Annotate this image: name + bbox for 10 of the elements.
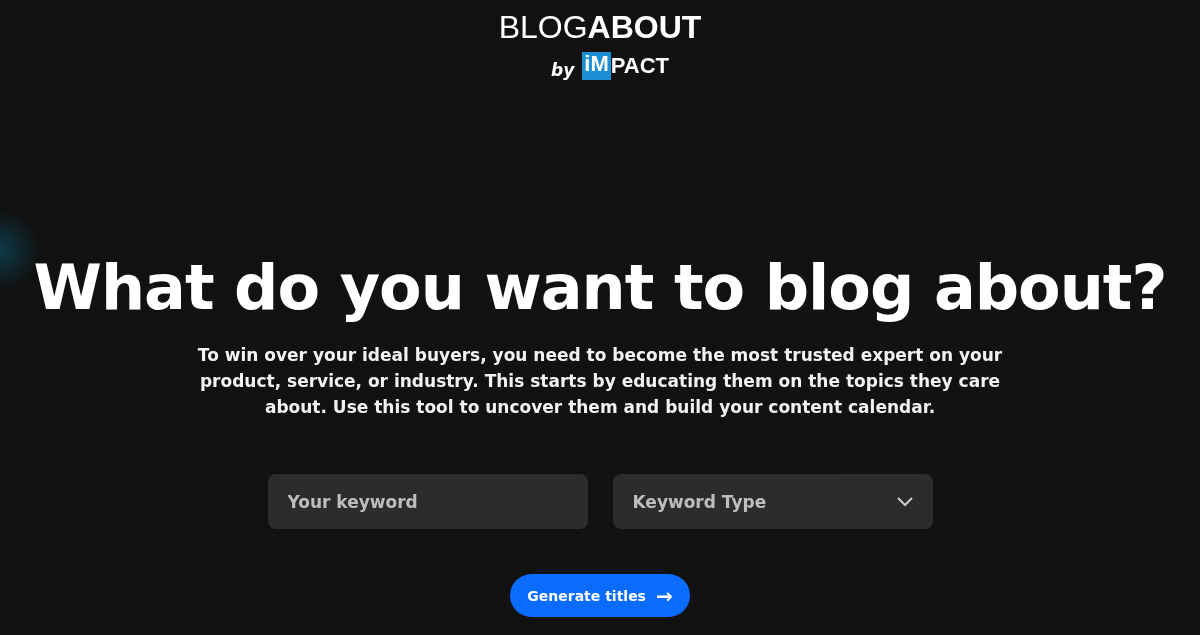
by-text: by (551, 60, 575, 80)
intro-paragraph: To win over your ideal buyers, you need to become the most trusted expert on your product, service, or industry. This starts by educating them on the topics they care about. Use this tool to uncover them and build your content calendar. (196, 344, 1004, 419)
chevron-down-icon (896, 496, 913, 507)
logo-wordmark: BLOGABOUT (498, 8, 702, 46)
generate-titles-button[interactable]: Generate titles → (510, 574, 690, 617)
keyword-type-select[interactable]: Keyword Type (612, 474, 933, 529)
brand-box: iM (582, 52, 611, 80)
keyword-field[interactable]: Your keyword (267, 474, 588, 529)
brand-text: PACT (610, 53, 669, 79)
page-heading: What do you want to blog about? (33, 250, 1167, 326)
